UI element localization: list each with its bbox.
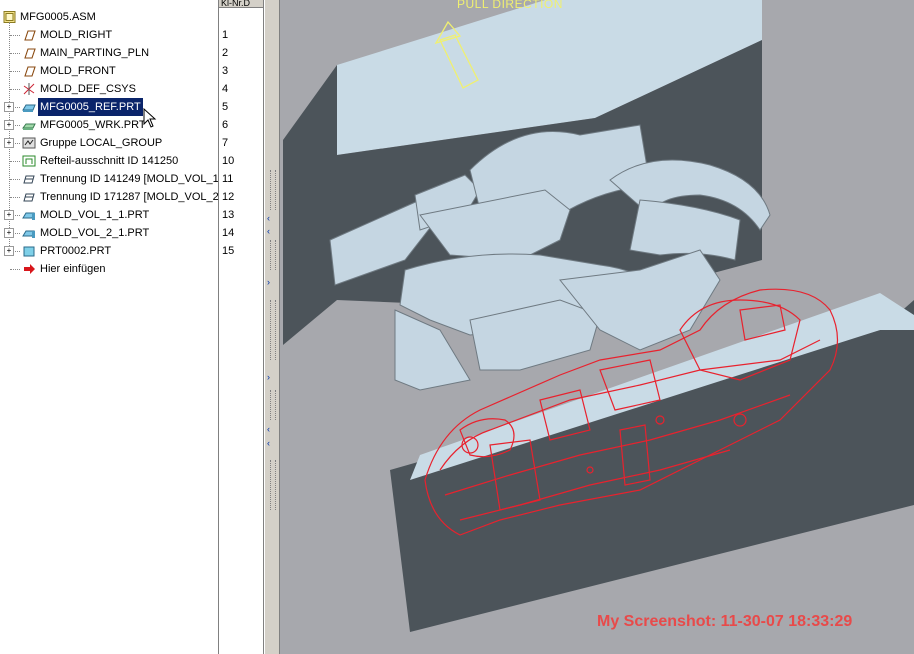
tree-item-label: MOLD_FRONT [40, 65, 116, 77]
tree-item-label: Trennung ID 171287 [MOLD_VOL_2 [40, 191, 219, 203]
screenshot-timestamp: My Screenshot: 11-30-07 18:33:29 [597, 613, 853, 630]
tree-root-label: MFG0005.ASM [20, 11, 96, 23]
datum-plane-icon [24, 66, 36, 77]
feature-number-cell: 7 [222, 137, 229, 149]
expand-right-arrow-icon[interactable]: › [267, 372, 270, 382]
tree-item-label: Gruppe LOCAL_GROUP [40, 137, 163, 149]
splitter-grip [270, 240, 276, 270]
splitter-grip [270, 300, 276, 360]
tree-item[interactable]: + MOLD_VOL_2_1.PRT [0, 224, 218, 242]
tree-connector-line [10, 197, 20, 198]
tree-item-label: Hier einfügen [40, 263, 106, 275]
tree-item-label: MFG0005_REF.PRT [37, 97, 144, 117]
expand-toggle-icon[interactable]: + [4, 120, 14, 130]
tree-connector-line [10, 89, 20, 90]
feature-number-cell: 1 [222, 29, 229, 41]
tree-item[interactable]: Hier einfügen [0, 260, 218, 278]
feature-number-cell: 5 [222, 101, 229, 113]
pull-direction-label: PULL DIRECTION [457, 0, 563, 11]
mold-assembly-render [283, 0, 914, 632]
splitter-grip [270, 390, 276, 420]
feature-number-cell: 3 [222, 65, 229, 77]
group-icon [22, 137, 36, 149]
collapse-left-arrow-icon[interactable]: ‹ [267, 226, 270, 236]
column-header[interactable]: Kl-Nr.D [219, 0, 263, 8]
tree-item-label: Trennung ID 141249 [MOLD_VOL_1 [40, 173, 219, 185]
tree-item[interactable]: MAIN_PARTING_PLN [0, 44, 218, 62]
expand-toggle-icon[interactable]: + [4, 246, 14, 256]
tree-item[interactable]: MOLD_RIGHT [0, 26, 218, 44]
upper-mold-plate-side [283, 65, 337, 345]
tree-item[interactable]: + MOLD_VOL_1_1.PRT [0, 206, 218, 224]
splitter-grip [270, 170, 276, 210]
feature-number-cell: 13 [222, 209, 235, 221]
tree-connector-line [10, 53, 20, 54]
expand-toggle-icon[interactable]: + [4, 210, 14, 220]
tree-item[interactable]: Trennung ID 141249 [MOLD_VOL_1 [0, 170, 218, 188]
tree-item-label: MAIN_PARTING_PLN [40, 47, 150, 59]
split-feature-icon [23, 175, 35, 184]
tree-item[interactable]: Trennung ID 171287 [MOLD_VOL_2 [0, 188, 218, 206]
model-tree-panel: MFG0005.ASM MOLD_RIGHT MAIN_PARTING_PLN MO… [0, 0, 219, 654]
feature-number-cell: 15 [222, 245, 235, 257]
feature-number-cell: 11 [222, 173, 234, 185]
tree-item[interactable]: + PRT0002.PRT [0, 242, 218, 260]
graphics-viewport[interactable]: PULL DIRECTION My Screenshot: 11-30-07 1… [280, 0, 914, 654]
tree-item[interactable]: MOLD_FRONT [0, 62, 218, 80]
tree-item[interactable]: + MFG0005_REF.PRT [0, 97, 218, 117]
feature-number-cell: 4 [222, 83, 229, 95]
tree-item-label: Refteil-ausschnitt ID 141250 [40, 155, 179, 167]
ref-cutout-icon [22, 155, 36, 167]
assembly-icon [3, 11, 16, 23]
collapse-left-arrow-icon[interactable]: ‹ [267, 424, 270, 434]
tree-item[interactable]: MOLD_DEF_CSYS [0, 80, 218, 98]
tree-item-label: MOLD_VOL_2_1.PRT [40, 227, 150, 239]
lower-mold-plate-front [390, 300, 914, 632]
tree-item-label: MFG0005_WRK.PRT [40, 119, 146, 131]
insert-here-arrow-icon [24, 264, 35, 274]
tree-connector-line [10, 269, 20, 270]
coordinate-system-icon [23, 83, 35, 95]
tree-item-label: MOLD_DEF_CSYS [40, 83, 136, 95]
mold-volume-icon [22, 212, 35, 220]
mouse-pointer-icon [143, 108, 157, 128]
reference-part-icon [22, 104, 36, 112]
tree-connector-line [10, 161, 20, 162]
tree-root-row[interactable]: MFG0005.ASM [0, 8, 218, 26]
tree-item-label: MOLD_RIGHT [40, 29, 113, 41]
collapse-left-arrow-icon[interactable]: ‹ [267, 213, 270, 223]
expand-toggle-icon[interactable]: + [4, 138, 14, 148]
splitter-grip [270, 460, 276, 510]
tree-item[interactable]: Refteil-ausschnitt ID 141250 [0, 152, 218, 170]
tree-item-label: PRT0002.PRT [40, 245, 112, 257]
tree-connector-line [10, 35, 20, 36]
panel-splitter[interactable]: ‹ ‹ › › ‹ ‹ [264, 0, 280, 654]
feature-number-column: Kl-Nr.D 1 2 3 4 5 6 7 10 11 12 13 14 15 [219, 0, 264, 654]
feature-number-cell: 10 [222, 155, 235, 167]
feature-number-cell: 12 [222, 191, 235, 203]
tree-item[interactable]: + MFG0005_WRK.PRT [0, 116, 218, 134]
expand-right-arrow-icon[interactable]: › [267, 277, 270, 287]
tree-item-label: MOLD_VOL_1_1.PRT [40, 209, 150, 221]
feature-number-cell: 14 [222, 227, 235, 239]
part-icon [23, 246, 35, 257]
feature-number-cell: 2 [222, 47, 229, 59]
workpiece-icon [22, 123, 36, 130]
tree-item[interactable]: + Gruppe LOCAL_GROUP [0, 134, 218, 152]
datum-plane-icon [24, 48, 36, 59]
expand-toggle-icon[interactable]: + [4, 102, 14, 112]
tree-connector-line [10, 71, 20, 72]
feature-number-cell: 6 [222, 119, 229, 131]
collapse-left-arrow-icon[interactable]: ‹ [267, 438, 270, 448]
mold-volume-icon [22, 230, 35, 238]
split-feature-icon [23, 193, 35, 202]
tree-connector-line [10, 179, 20, 180]
datum-plane-icon [24, 30, 36, 41]
expand-toggle-icon[interactable]: + [4, 228, 14, 238]
